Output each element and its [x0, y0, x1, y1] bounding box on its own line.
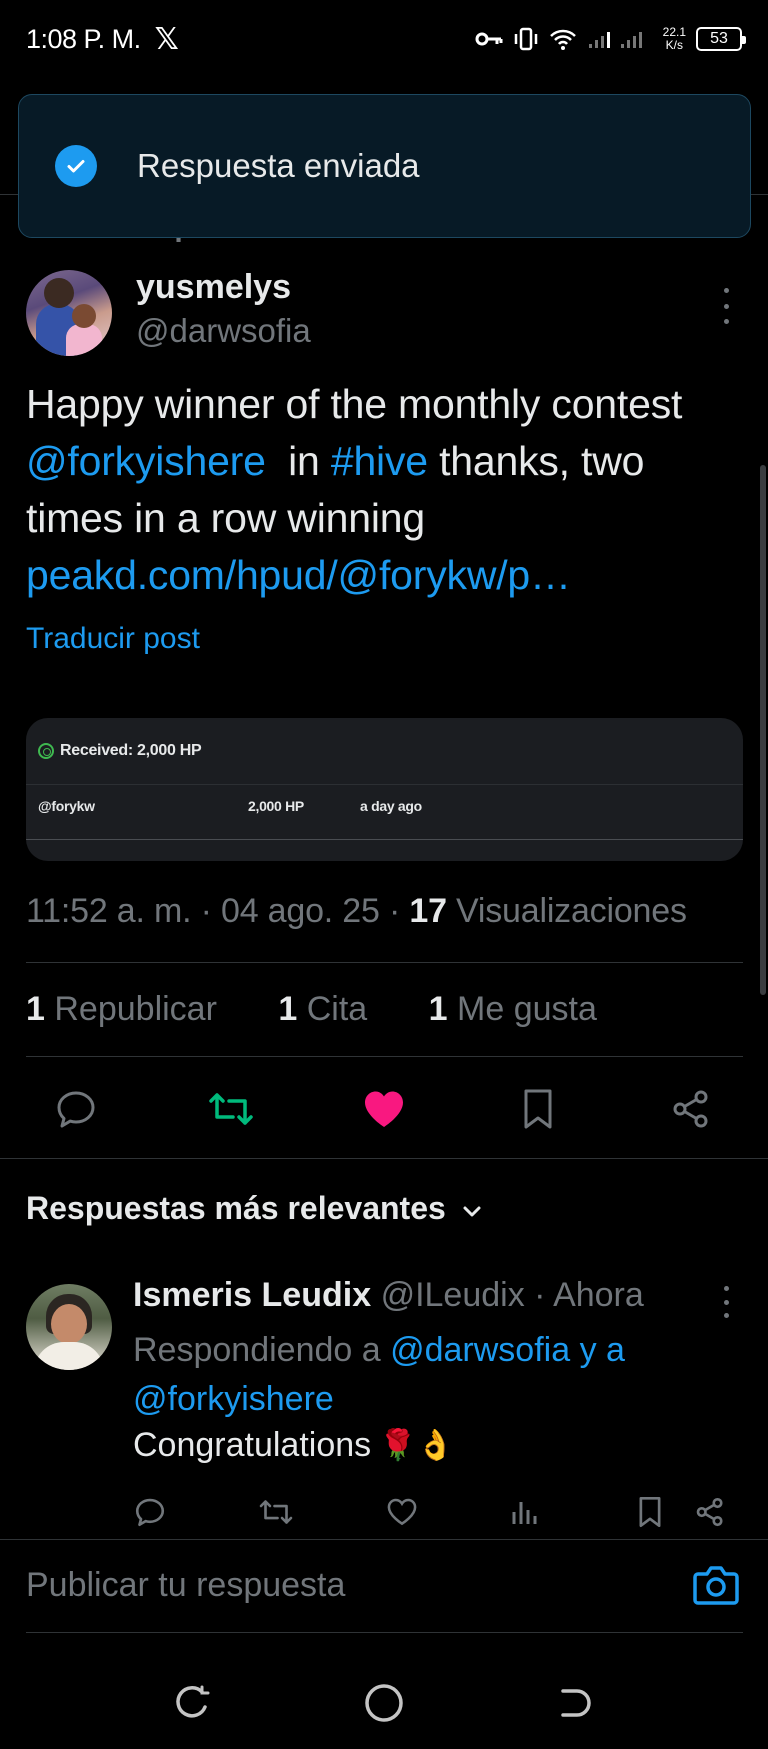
- toast-notification[interactable]: Respuesta enviada: [18, 94, 751, 238]
- section-divider: [0, 1158, 768, 1159]
- replying-prefix: Respondiendo a: [133, 1331, 391, 1369]
- toast-message: Respuesta enviada: [137, 147, 420, 184]
- wifi-icon: [549, 28, 577, 50]
- reposts-label: Republicar: [54, 990, 217, 1028]
- net-speed-unit: K/s: [665, 38, 683, 52]
- divider: [26, 1056, 743, 1057]
- author-handle[interactable]: @darwsofia: [136, 312, 311, 350]
- replies-sort-dropdown[interactable]: Respuestas más relevantes: [26, 1190, 482, 1227]
- battery-indicator: 53: [696, 27, 746, 51]
- reply-time: Ahora: [553, 1276, 644, 1314]
- received-icon: [38, 743, 54, 759]
- quotes-label: Cita: [306, 990, 368, 1028]
- status-bar: 1:08 P. M. 𝕏 22.1 K/s 53: [0, 0, 768, 78]
- reply-icon[interactable]: [51, 1078, 101, 1140]
- views-count: 17: [409, 892, 447, 930]
- author-name[interactable]: yusmelys: [136, 268, 291, 307]
- translate-link[interactable]: Traducir post: [26, 622, 200, 656]
- reply-more-options-icon[interactable]: [712, 1286, 740, 1318]
- reposts-count: 1: [26, 990, 45, 1028]
- reply-compose-input[interactable]: Publicar tu respuesta: [26, 1566, 345, 1605]
- status-icons: 22.1 K/s 53: [475, 26, 746, 52]
- reply-text: Congratulations 🌹👌: [133, 1426, 454, 1465]
- views-label: Visualizaciones: [456, 892, 687, 930]
- repost-icon[interactable]: [206, 1078, 256, 1140]
- media-divider: [26, 839, 743, 840]
- tweet-text-part: in: [265, 438, 331, 484]
- divider: [26, 962, 743, 963]
- tweet-action-bar: [26, 1078, 743, 1140]
- reply-bookmark-icon[interactable]: [630, 1492, 670, 1532]
- status-time: 1:08 P. M.: [26, 23, 141, 54]
- hashtag-link[interactable]: #hive: [331, 438, 428, 484]
- camera-icon[interactable]: [692, 1564, 740, 1611]
- compose-bar: Publicar tu respuesta: [0, 1540, 768, 1636]
- net-speed: 22.1 K/s: [663, 26, 686, 52]
- signal-icon: [587, 28, 653, 50]
- check-circle-icon: [55, 145, 97, 187]
- tweet-text-part: Happy winner of the monthly contest: [26, 381, 683, 427]
- reply-author-handle[interactable]: @ILeudix: [381, 1276, 525, 1314]
- quotes-count: 1: [278, 990, 298, 1028]
- reply-views-icon[interactable]: [504, 1492, 544, 1532]
- scrollbar[interactable]: [760, 465, 766, 995]
- x-app-icon: 𝕏: [154, 22, 179, 56]
- author-avatar[interactable]: [26, 270, 112, 356]
- media-divider: [26, 784, 743, 785]
- media-title-text: Received: 2,000 HP: [60, 742, 202, 759]
- replies-title: Respuestas más relevantes: [26, 1190, 446, 1226]
- reply-repost-icon[interactable]: [256, 1492, 296, 1532]
- reply-share-icon[interactable]: [690, 1492, 730, 1532]
- reply-author-avatar[interactable]: [26, 1284, 112, 1370]
- media-row-amount: 2,000 HP: [248, 798, 304, 814]
- recents-icon[interactable]: [168, 1678, 218, 1728]
- tweet-date: 04 ago. 25: [221, 892, 380, 930]
- compose-underline: [26, 1632, 743, 1633]
- back-icon[interactable]: [550, 1678, 600, 1728]
- media-title: Received: 2,000 HP: [38, 742, 202, 760]
- likes-count: 1: [428, 990, 448, 1028]
- bookmark-icon[interactable]: [513, 1078, 563, 1140]
- url-link[interactable]: peakd.com/hpud/@forykw/p…: [26, 552, 571, 598]
- replying-to: Respondiendo a @darwsofia y a @forkyishe…: [133, 1326, 733, 1424]
- reply-author-name[interactable]: Ismeris Leudix: [133, 1276, 371, 1314]
- vibrate-icon: [513, 27, 539, 51]
- media-row-from: @forykw: [38, 798, 95, 814]
- like-icon[interactable]: [359, 1078, 409, 1140]
- reply-emoji: 🌹👌: [379, 1429, 454, 1462]
- media-row-time: a day ago: [360, 798, 422, 814]
- key-icon: [475, 30, 503, 48]
- reply-header: Ismeris Leudix @ILeudix · Ahora: [133, 1276, 644, 1314]
- quotes-stat[interactable]: 1 Cita: [278, 990, 393, 1028]
- reply-reply-icon[interactable]: [130, 1492, 170, 1532]
- more-options-icon[interactable]: [712, 288, 740, 324]
- mention-link[interactable]: @forkyishere: [26, 438, 266, 484]
- reply-like-icon[interactable]: [382, 1492, 422, 1532]
- reply-action-bar: [130, 1492, 730, 1532]
- likes-stat[interactable]: 1 Me gusta: [429, 990, 623, 1028]
- tweet-time: 11:52 a. m.: [26, 892, 192, 930]
- reply-text-body: Congratulations: [133, 1426, 372, 1464]
- share-icon[interactable]: [666, 1078, 716, 1140]
- tweet-stats: 1 Republicar 1 Cita 1 Me gusta: [26, 990, 649, 1029]
- home-icon[interactable]: [359, 1678, 409, 1728]
- tweet-media-image[interactable]: Received: 2,000 HP @forykw 2,000 HP a da…: [26, 718, 743, 861]
- likes-label: Me gusta: [457, 990, 597, 1028]
- chevron-down-icon: [462, 1190, 482, 1227]
- tweet-meta: 11:52 a. m. · 04 ago. 25 · 17 Visualizac…: [26, 892, 687, 930]
- system-nav-bar: [0, 1660, 768, 1749]
- reposts-stat[interactable]: 1 Republicar: [26, 990, 243, 1028]
- tweet-text: Happy winner of the monthly contest @for…: [26, 376, 746, 604]
- net-speed-value: 22.1: [662, 25, 686, 39]
